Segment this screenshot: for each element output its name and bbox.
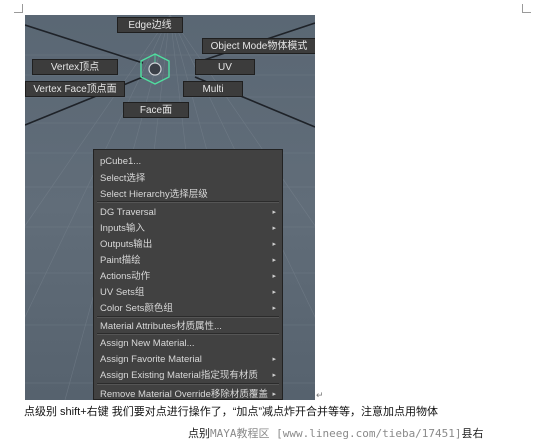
context-menu-item[interactable]: Paint描绘 ▸ bbox=[94, 253, 282, 268]
submenu-arrow-icon: ▸ bbox=[272, 356, 276, 363]
context-menu-item-label: Assign Favorite Material bbox=[100, 354, 202, 365]
submenu-arrow-icon: ▸ bbox=[272, 391, 276, 398]
context-menu-item-label: Assign New Material... bbox=[100, 338, 195, 349]
context-menu-item[interactable]: Select选择 bbox=[94, 171, 282, 186]
context-menu-item[interactable]: Material Attributes材质属性... bbox=[94, 319, 282, 334]
marking-menu-multi[interactable]: Multi bbox=[183, 81, 243, 97]
context-menu-item[interactable]: pCube1... bbox=[94, 154, 282, 169]
return-mark: ↵ bbox=[316, 390, 324, 400]
watermark-text: MAYA教程区 [www.lineeg.com/tieba/17451] bbox=[210, 427, 462, 440]
context-menu-item-label: Actions动作 bbox=[100, 271, 151, 282]
context-menu-item-label: Select Hierarchy选择层级 bbox=[100, 189, 208, 200]
context-menu-item[interactable]: Select Hierarchy选择层级 bbox=[94, 187, 282, 202]
context-menu-item[interactable]: UV Sets组 ▸ bbox=[94, 285, 282, 300]
context-menu-item-label: UV Sets组 bbox=[100, 287, 145, 298]
context-menu-item[interactable]: Color Sets颜色组 ▸ bbox=[94, 301, 282, 316]
context-menu-item[interactable]: Assign Favorite Material ▸ bbox=[94, 352, 282, 367]
submenu-arrow-icon: ▸ bbox=[272, 273, 276, 280]
corner-mark-right bbox=[522, 4, 531, 13]
context-menu-item-label: DG Traversal bbox=[100, 207, 156, 218]
cube-icon bbox=[140, 53, 170, 85]
caption-text: 点级别 shift+右键 我们要对点进行操作了，“加点”减点炸开合并等等，注意加… bbox=[24, 406, 439, 418]
submenu-arrow-icon: ▸ bbox=[272, 372, 276, 379]
submenu-arrow-icon: ▸ bbox=[272, 257, 276, 264]
watermark: 点别MAYA教程区 [www.lineeg.com/tieba/17451]县右 bbox=[188, 425, 484, 441]
context-menu-item-label: Material Attributes材质属性... bbox=[100, 321, 222, 332]
corner-mark-left bbox=[14, 4, 23, 13]
marking-menu-object-mode[interactable]: Object Mode物体模式 bbox=[202, 38, 315, 54]
menu-separator bbox=[97, 383, 279, 385]
context-menu-item[interactable]: Inputs输入 ▸ bbox=[94, 221, 282, 236]
marking-menu-vertex-face[interactable]: Vertex Face顶点面 bbox=[25, 81, 125, 97]
marking-menu-face[interactable]: Face面 bbox=[123, 102, 189, 118]
submenu-arrow-icon: ▸ bbox=[272, 241, 276, 248]
context-menu-item[interactable]: Assign New Material... bbox=[94, 336, 282, 351]
context-menu-item[interactable]: Assign Existing Material指定现有材质 ▸ bbox=[94, 368, 282, 383]
context-menu-item-label: Remove Material Override移除材质覆盖 bbox=[100, 389, 268, 400]
submenu-arrow-icon: ▸ bbox=[272, 305, 276, 312]
menu-separator bbox=[97, 316, 279, 318]
marking-menu-vertex[interactable]: Vertex顶点 bbox=[32, 59, 118, 75]
context-menu-item[interactable]: Remove Material Override移除材质覆盖 ▸ bbox=[94, 387, 282, 400]
context-menu-item-label: Select选择 bbox=[100, 173, 146, 184]
context-menu-item[interactable]: Outputs输出 ▸ bbox=[94, 237, 282, 252]
marking-menu-uv[interactable]: UV bbox=[195, 59, 255, 75]
submenu-arrow-icon: ▸ bbox=[272, 289, 276, 296]
watermark-lead: 点别 bbox=[188, 427, 210, 440]
marking-menu-edge[interactable]: Edge边线 bbox=[117, 17, 183, 33]
context-menu: pCube1... Select选择 Select Hierarchy选择层级 DG … bbox=[93, 149, 283, 400]
context-menu-item[interactable]: DG Traversal ▸ bbox=[94, 205, 282, 220]
submenu-arrow-icon: ▸ bbox=[272, 209, 276, 216]
maya-viewport: Edge边线 Object Mode物体模式 Vertex顶点 UV Verte… bbox=[25, 15, 315, 400]
watermark-tail: 县右 bbox=[461, 427, 484, 440]
context-menu-item[interactable]: Actions动作 ▸ bbox=[94, 269, 282, 284]
submenu-arrow-icon: ▸ bbox=[272, 225, 276, 232]
context-menu-item-label: pCube1... bbox=[100, 156, 142, 167]
context-menu-item-label: Assign Existing Material指定现有材质 bbox=[100, 370, 258, 381]
context-menu-item-label: Paint描绘 bbox=[100, 255, 141, 266]
context-menu-item-label: Outputs输出 bbox=[100, 239, 153, 250]
context-menu-item-label: Inputs输入 bbox=[100, 223, 145, 234]
context-menu-item-label: Color Sets颜色组 bbox=[100, 303, 173, 314]
